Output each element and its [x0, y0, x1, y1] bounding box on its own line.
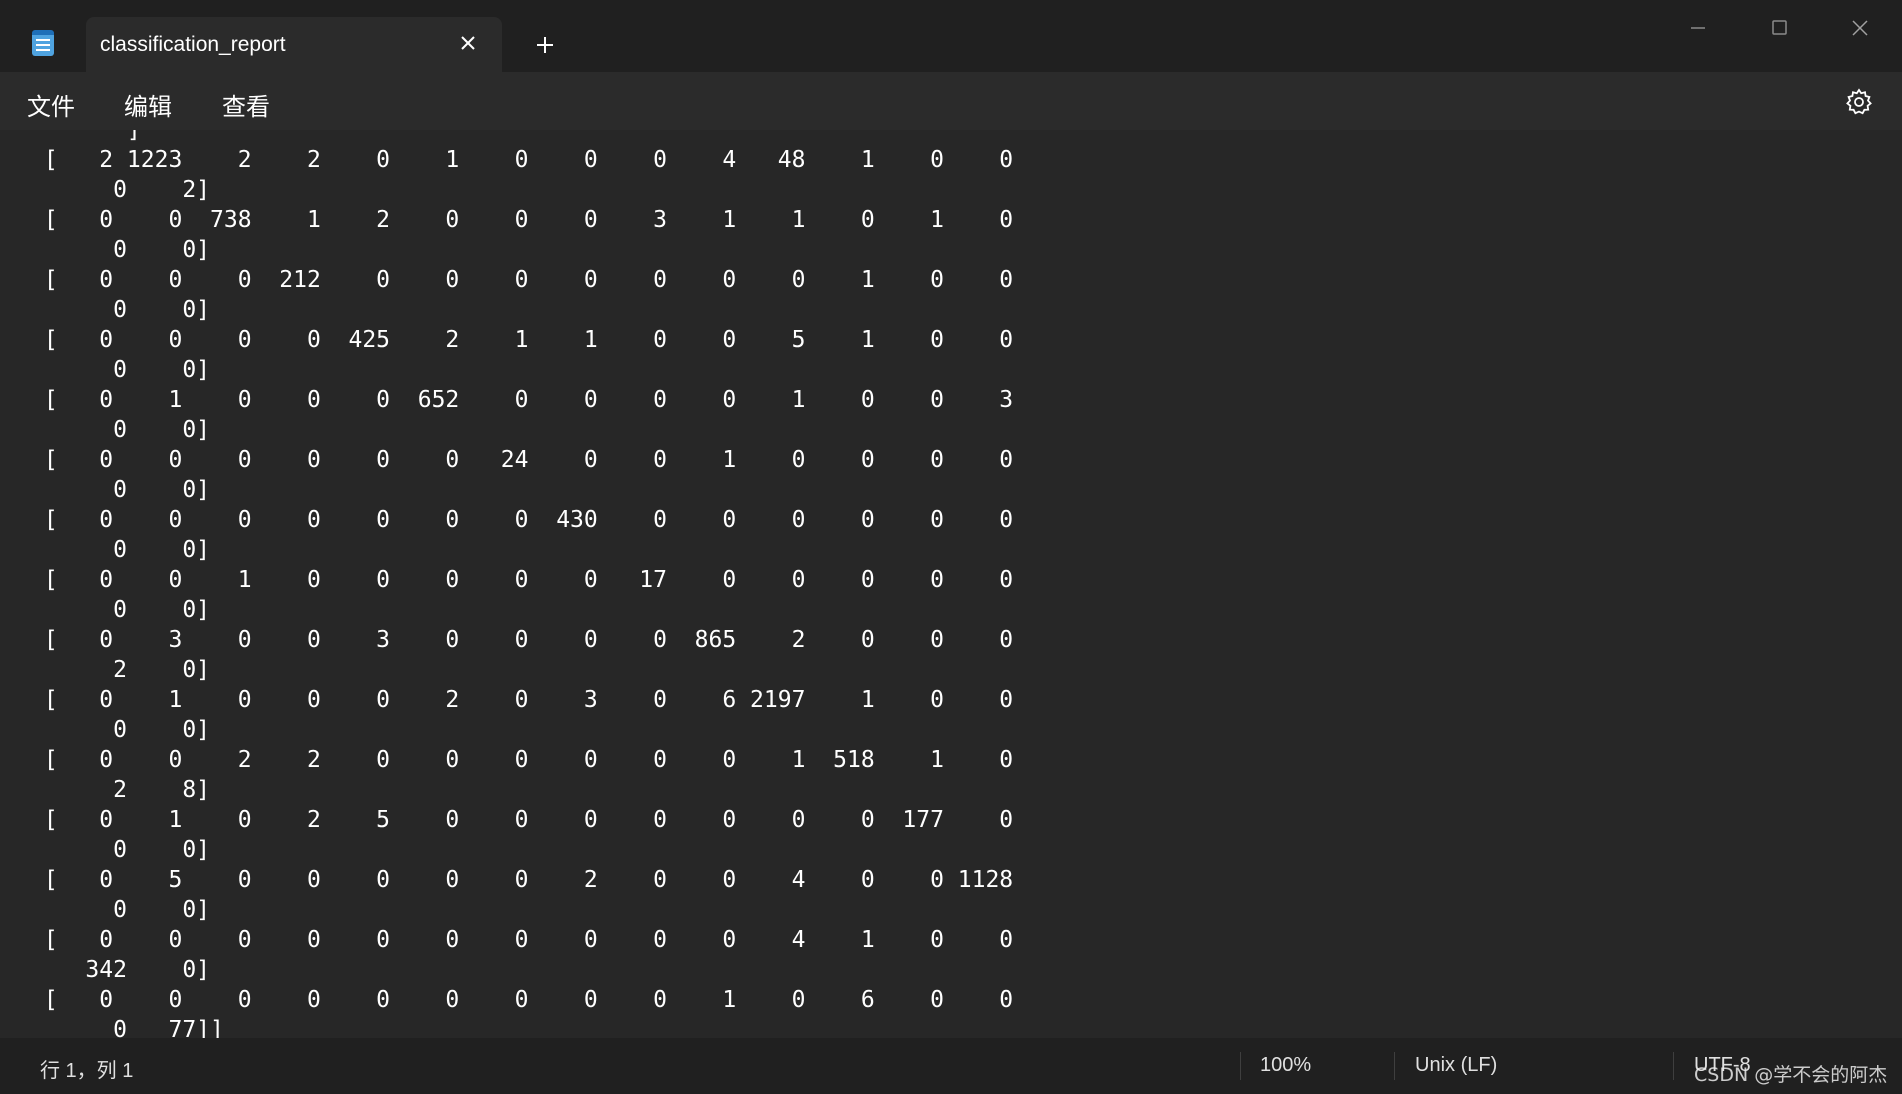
- status-divider: [1394, 1052, 1395, 1080]
- maximize-icon[interactable]: [1761, 14, 1797, 42]
- menu-bar: 文件 编辑 查看: [0, 72, 1902, 130]
- title-bar[interactable]: classification_report: [0, 0, 1902, 72]
- minimize-icon[interactable]: [1680, 14, 1716, 42]
- gear-icon[interactable]: [1843, 86, 1875, 118]
- tab-document[interactable]: classification_report: [86, 17, 502, 72]
- watermark: CSDN @学不会的阿杰: [1694, 1064, 1888, 1086]
- menu-view[interactable]: 查看: [222, 87, 270, 122]
- editor-content[interactable]: ] [ 2 1223 2 2 0 1 0 0 0 4 48 1 0 0 0 2]…: [30, 130, 1013, 1038]
- notepad-icon: [32, 30, 54, 56]
- notepad-window: classification_report 文件 编辑 查看] [2 122…: [0, 0, 1902, 1094]
- close-icon[interactable]: [454, 29, 482, 57]
- text-editor[interactable]: ] [ 2 1223 2 2 0 1 0 0 0 4 48 1 0 0 0 2]…: [0, 130, 1902, 1038]
- status-divider: [1240, 1052, 1241, 1080]
- zoom-level[interactable]: 100%: [1260, 1054, 1311, 1077]
- window-close-icon[interactable]: [1842, 14, 1878, 42]
- tab-title: classification_report: [100, 33, 286, 56]
- plus-icon[interactable]: [530, 30, 560, 60]
- menu-file[interactable]: 文件: [27, 87, 75, 122]
- menu-edit[interactable]: 编辑: [124, 87, 172, 122]
- status-divider: [1673, 1052, 1674, 1080]
- line-ending[interactable]: Unix (LF): [1415, 1054, 1497, 1077]
- cursor-position[interactable]: 行 1，列 1: [40, 1054, 133, 1083]
- status-bar: 行 1，列 1 100% Unix (LF) UTF-8 CSDN @学不会的阿…: [0, 1038, 1902, 1094]
